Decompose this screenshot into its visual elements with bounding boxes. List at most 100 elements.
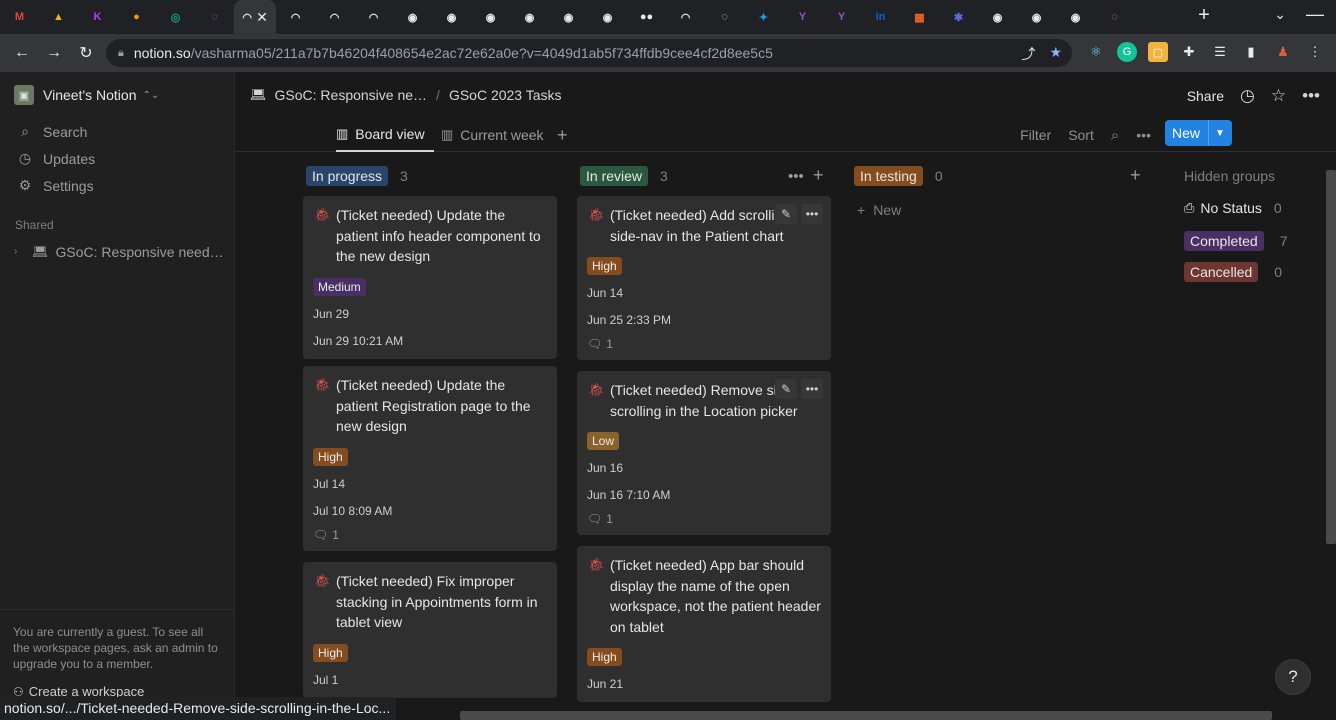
bookmark-star-icon[interactable]: ★ — [1049, 44, 1062, 64]
reading-list-icon[interactable]: ☰ — [1210, 42, 1230, 62]
close-tab-icon[interactable]: ✕ — [256, 9, 268, 26]
column-header[interactable]: In progress 3 — [306, 165, 408, 187]
sidebar-item-settings[interactable]: ⚙ Settings — [0, 172, 234, 199]
browser-tab[interactable]: in — [861, 0, 900, 34]
status-badge: In testing — [854, 166, 923, 186]
browser-tab[interactable]: ◉ — [432, 0, 471, 34]
browser-tab[interactable]: ◌ — [705, 0, 744, 34]
browser-tab[interactable]: ◠ — [666, 0, 705, 34]
card-more-icon[interactable]: ••• — [801, 204, 823, 224]
browser-tab[interactable]: ▦ — [900, 0, 939, 34]
address-bar[interactable]: 🔒︎ notion.so /vasharma05/211a7b7b46204f4… — [106, 39, 1072, 67]
column-add-icon[interactable]: + — [813, 165, 824, 186]
browser-tab[interactable]: ◌ — [195, 0, 234, 34]
extensions-puzzle-icon[interactable]: ✚ — [1179, 42, 1199, 62]
react-devtools-icon[interactable]: ⚛ — [1086, 42, 1106, 62]
column-add-icon[interactable]: + — [1130, 165, 1141, 186]
comment-count[interactable]: 🗨︎ 1 — [587, 512, 821, 526]
browser-tab[interactable]: ✦ — [744, 0, 783, 34]
browser-tab[interactable]: ◉ — [510, 0, 549, 34]
bug-icon: 🐞︎ — [314, 377, 331, 392]
browser-tab[interactable]: ◉ — [471, 0, 510, 34]
add-new-card-button[interactable]: + New — [857, 202, 901, 218]
board-card[interactable]: 🐞︎ (Ticket needed) Update the patient Reg… — [303, 366, 557, 551]
chevron-right-icon[interactable]: › — [14, 246, 26, 257]
browser-tab[interactable]: ◉ — [978, 0, 1017, 34]
breadcrumb-current[interactable]: GSoC 2023 Tasks — [449, 87, 562, 103]
history-clock-icon[interactable]: ◷ — [1240, 86, 1255, 106]
edit-pencil-icon[interactable]: ✎ — [775, 379, 797, 399]
breadcrumb-parent[interactable]: 💻︎ GSoC: Responsive ne… — [250, 87, 427, 103]
browser-menu-icon[interactable]: ⋮ — [1305, 42, 1325, 62]
sidebar-page-gsoc[interactable]: › 💻︎ GSoC: Responsive need… — [0, 238, 234, 265]
browser-tab[interactable]: ◎ — [156, 0, 195, 34]
chevron-down-icon[interactable]: ▼ — [1209, 128, 1231, 139]
grammarly-icon[interactable]: G — [1117, 42, 1137, 62]
sidebar-item-search[interactable]: ⌕ Search — [0, 118, 234, 145]
board-card[interactable]: 🐞︎ (Ticket needed) Add scrolli the side-n… — [577, 196, 831, 360]
chatgpt-icon: ◎ — [170, 11, 181, 24]
comment-count[interactable]: 🗨︎ 1 — [587, 337, 821, 351]
browser-tab[interactable]: Y — [822, 0, 861, 34]
browser-tab[interactable]: ◠ ✕ — [234, 0, 276, 34]
more-view-options-icon[interactable]: ••• — [1136, 127, 1151, 143]
column-more-icon[interactable]: ••• — [788, 168, 804, 185]
more-options-icon[interactable]: ••• — [1302, 86, 1320, 106]
new-tab-button[interactable]: + — [1186, 4, 1222, 27]
browser-tab[interactable]: M — [0, 0, 39, 34]
card-more-icon[interactable]: ••• — [801, 379, 823, 399]
favorite-star-icon[interactable]: ☆ — [1271, 86, 1286, 106]
browser-tab[interactable]: ◉ — [393, 0, 432, 34]
edit-pencil-icon[interactable]: ✎ — [775, 204, 797, 224]
new-item-button[interactable]: New ▼ — [1165, 120, 1232, 146]
board-card[interactable]: 🐞︎ (Ticket needed) Update the patient inf… — [303, 196, 557, 359]
forward-arrow-icon[interactable]: → — [38, 44, 70, 62]
workspace-switcher[interactable]: ▣ Vineet's Notion ⌃⌄ — [0, 72, 234, 118]
browser-tab[interactable]: ◌ — [1095, 0, 1134, 34]
hidden-group-completed[interactable]: Completed 7 — [1184, 231, 1288, 251]
browser-tab[interactable]: Y — [783, 0, 822, 34]
browser-tab[interactable]: ◉ — [588, 0, 627, 34]
browser-tab[interactable]: K — [78, 0, 117, 34]
column-header[interactable]: In review 3 — [580, 165, 668, 187]
browser-tab[interactable]: ◉ — [549, 0, 588, 34]
board-card[interactable]: 🐞︎ (Ticket needed) Remove side scrolling … — [577, 371, 831, 535]
filter-button[interactable]: Filter — [1020, 127, 1051, 143]
hidden-group-no-status[interactable]: ⎙ No Status 0 — [1184, 200, 1282, 216]
loading-icon: ◠ — [329, 11, 340, 24]
board-card[interactable]: 🐞︎ (Ticket needed) Fix improper stacking … — [303, 562, 557, 698]
tab-current-week[interactable]: ▥ Current week — [441, 118, 544, 152]
extension-orange-icon[interactable]: ▢ — [1148, 42, 1168, 62]
reload-icon[interactable]: ↻ — [70, 43, 102, 63]
browser-tab[interactable]: ✱ — [939, 0, 978, 34]
browser-tab[interactable]: ◉ — [1056, 0, 1095, 34]
browser-tab[interactable]: ▲ — [39, 0, 78, 34]
hidden-group-cancelled[interactable]: Cancelled 0 — [1184, 262, 1282, 282]
profile-avatar-icon[interactable]: ♟ — [1273, 42, 1293, 62]
search-icon[interactable]: ⌕ — [1111, 127, 1119, 144]
vertical-scrollbar[interactable] — [1326, 170, 1336, 544]
browser-tab[interactable]: ◉ — [1017, 0, 1056, 34]
sort-button[interactable]: Sort — [1068, 127, 1094, 143]
column-header[interactable]: In testing 0 — [854, 165, 943, 187]
add-view-button[interactable]: + — [557, 118, 568, 152]
tab-board-view[interactable]: ▥ Board view — [336, 118, 434, 152]
share-page-icon[interactable]: ⤴ — [1021, 44, 1035, 64]
help-button[interactable]: ? — [1275, 659, 1311, 695]
browser-tab[interactable]: ● — [117, 0, 156, 34]
board-card[interactable]: 🐞︎ (Ticket needed) App bar should display… — [577, 546, 831, 702]
share-button[interactable]: Share — [1187, 88, 1224, 104]
browser-tab[interactable]: ◠ — [354, 0, 393, 34]
tab-search-chevron-icon[interactable]: ⌄ — [1274, 6, 1286, 23]
browser-tab[interactable]: ◠ — [315, 0, 354, 34]
sidebar-item-updates[interactable]: ◷ Updates — [0, 145, 234, 172]
browser-tab[interactable]: ◠ — [276, 0, 315, 34]
comment-count[interactable]: 🗨︎ 1 — [313, 528, 547, 542]
back-arrow-icon[interactable]: ← — [6, 44, 38, 62]
side-panel-icon[interactable]: ▮ — [1241, 42, 1261, 62]
browser-tab[interactable]: ●● — [627, 0, 666, 34]
horizontal-scrollbar[interactable] — [460, 711, 1272, 720]
window-minimize-icon[interactable]: — — [1306, 4, 1324, 25]
lock-icon[interactable]: 🔒︎ — [118, 47, 124, 60]
guest-notice: You are currently a guest. To see all th… — [0, 609, 234, 672]
